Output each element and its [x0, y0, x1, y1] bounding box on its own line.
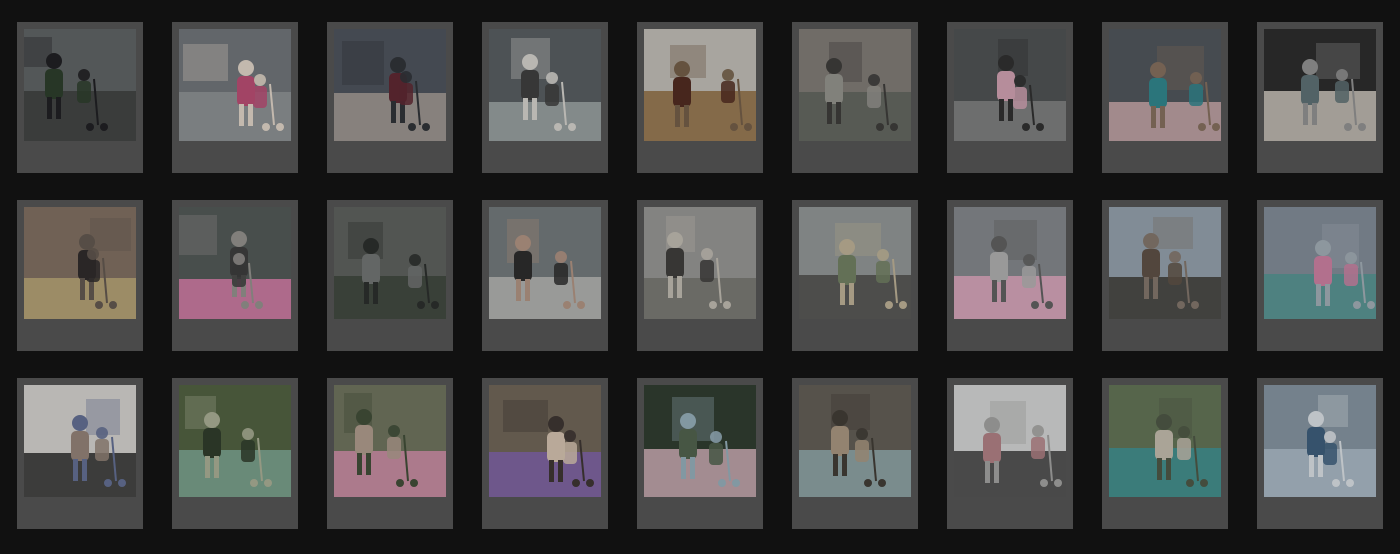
gallery-photo	[489, 207, 601, 319]
gallery-photo	[334, 385, 446, 497]
polaroid-card[interactable]	[1257, 200, 1383, 351]
gallery-photo	[1109, 385, 1221, 497]
polaroid-card[interactable]	[637, 378, 763, 529]
gallery-photo	[954, 29, 1066, 141]
polaroid-card[interactable]	[947, 200, 1073, 351]
polaroid-card[interactable]	[1102, 22, 1228, 173]
gallery-photo	[179, 29, 291, 141]
polaroid-card[interactable]	[947, 22, 1073, 173]
polaroid-card[interactable]	[1102, 378, 1228, 529]
polaroid-card[interactable]	[1257, 378, 1383, 529]
gallery-photo	[334, 29, 446, 141]
polaroid-card[interactable]	[792, 200, 918, 351]
gallery-photo	[644, 29, 756, 141]
gallery-photo	[1109, 29, 1221, 141]
gallery-photo	[954, 385, 1066, 497]
gallery-photo	[799, 385, 911, 497]
polaroid-card[interactable]	[172, 200, 298, 351]
polaroid-card[interactable]	[17, 378, 143, 529]
gallery-photo	[24, 385, 136, 497]
polaroid-card[interactable]	[637, 22, 763, 173]
polaroid-card[interactable]	[1102, 200, 1228, 351]
gallery-photo	[1264, 385, 1376, 497]
polaroid-card[interactable]	[17, 200, 143, 351]
polaroid-gallery	[0, 0, 1400, 554]
polaroid-card[interactable]	[482, 378, 608, 529]
polaroid-card[interactable]	[172, 22, 298, 173]
gallery-photo	[179, 385, 291, 497]
gallery-photo	[24, 207, 136, 319]
gallery-photo	[489, 29, 601, 141]
polaroid-card[interactable]	[792, 22, 918, 173]
gallery-photo	[799, 29, 911, 141]
gallery-photo	[24, 29, 136, 141]
polaroid-card[interactable]	[482, 200, 608, 351]
gallery-photo	[644, 207, 756, 319]
gallery-photo	[1109, 207, 1221, 319]
polaroid-card[interactable]	[637, 200, 763, 351]
gallery-photo	[1264, 29, 1376, 141]
gallery-photo	[954, 207, 1066, 319]
gallery-photo	[644, 385, 756, 497]
gallery-photo	[1264, 207, 1376, 319]
polaroid-card[interactable]	[1257, 22, 1383, 173]
polaroid-card[interactable]	[327, 22, 453, 173]
polaroid-card[interactable]	[172, 378, 298, 529]
polaroid-card[interactable]	[327, 200, 453, 351]
gallery-photo	[799, 207, 911, 319]
gallery-photo	[179, 207, 291, 319]
polaroid-card[interactable]	[327, 378, 453, 529]
polaroid-card[interactable]	[482, 22, 608, 173]
gallery-photo	[489, 385, 601, 497]
gallery-photo	[334, 207, 446, 319]
polaroid-card[interactable]	[792, 378, 918, 529]
polaroid-card[interactable]	[17, 22, 143, 173]
polaroid-card[interactable]	[947, 378, 1073, 529]
